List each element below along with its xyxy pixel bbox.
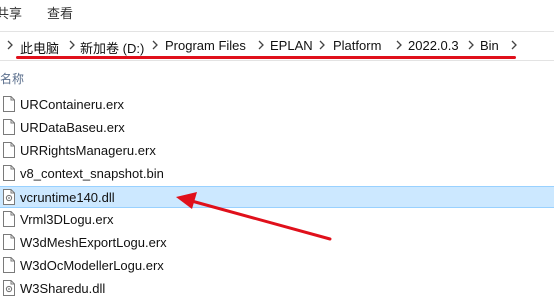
list-item[interactable]: Vrml3DLogu.erx [0,209,554,231]
list-item[interactable]: URDataBaseu.erx [0,117,554,139]
list-item[interactable]: W3Sharedu.dll [0,278,554,300]
blank-file-icon [3,142,15,158]
file-name: URRightsManageru.erx [20,143,156,158]
list-item[interactable]: vcruntime140.dll [0,186,554,208]
list-item[interactable]: W3dMeshExportLogu.erx [0,232,554,254]
file-name: W3dOcModellerLogu.erx [20,258,164,273]
chevron-right-icon[interactable] [255,39,267,51]
annotation-underline [16,56,516,59]
blank-file-icon [3,119,15,135]
file-name: URContaineru.erx [20,97,125,112]
blank-file-icon [3,211,15,227]
tab-share[interactable]: 共享 [0,3,22,22]
list-item[interactable]: W3dOcModellerLogu.erx [0,255,554,277]
chevron-right-icon[interactable] [393,39,405,51]
breadcrumb-program-files[interactable]: Program Files [165,38,246,53]
breadcrumb-bin[interactable]: Bin [480,38,499,53]
dll-file-icon [3,280,15,296]
file-name: Vrml3DLogu.erx [20,212,114,227]
chevron-right-icon[interactable] [66,39,78,51]
file-name: W3Sharedu.dll [20,281,106,296]
column-header-name[interactable]: 名称 [0,70,24,87]
chevron-right-icon [7,40,13,50]
list-item[interactable]: URRightsManageru.erx [0,140,554,162]
tab-view[interactable]: 查看 [47,3,73,22]
breadcrumb-eplan[interactable]: EPLAN [270,38,313,53]
blank-file-icon [3,165,15,181]
chevron-right-icon[interactable] [465,39,477,51]
file-name: W3dMeshExportLogu.erx [20,235,167,250]
blank-file-icon [3,257,15,273]
breadcrumb-version[interactable]: 2022.0.3 [408,38,459,53]
chevron-right-icon[interactable] [149,39,161,51]
ribbon-tabs: 共享 查看 [0,0,554,24]
file-name: URDataBaseu.erx [20,120,125,135]
dll-file-icon [3,189,15,205]
breadcrumb-drive-d[interactable]: 新加卷 (D:) [80,38,144,57]
list-item[interactable]: URContaineru.erx [0,94,554,116]
file-name: vcruntime140.dll [20,190,115,205]
list-item[interactable]: v8_context_snapshot.bin [0,163,554,185]
chevron-right-icon[interactable] [316,39,328,51]
breadcrumb-this-pc[interactable]: 此电脑 [20,38,59,57]
breadcrumb-platform[interactable]: Platform [333,38,381,53]
file-name: v8_context_snapshot.bin [20,166,164,181]
chevron-right-icon[interactable] [508,39,520,51]
blank-file-icon [3,96,15,112]
blank-file-icon [3,234,15,250]
